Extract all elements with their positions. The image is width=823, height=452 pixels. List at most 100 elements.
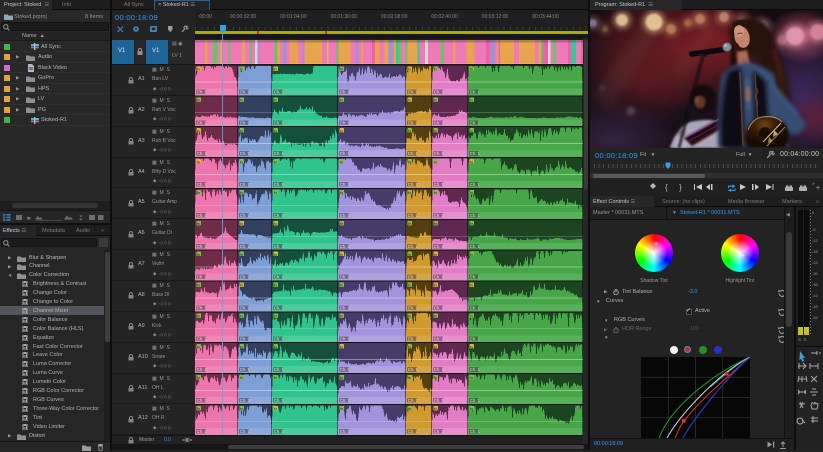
svg-text:Ch. 1: Ch. 1 (197, 213, 208, 218)
svg-text:fx: fx (240, 252, 243, 257)
svg-text:Ch. 1: Ch. 1 (408, 398, 419, 403)
svg-text:Ch. 1: Ch. 1 (340, 306, 351, 311)
svg-text:Ch. 1: Ch. 1 (274, 398, 285, 403)
svg-text:fx: fx (197, 190, 200, 195)
svg-text:Ch. 1: Ch. 1 (274, 336, 285, 341)
svg-text:fx: fx (197, 67, 200, 72)
svg-text:Ch. 1: Ch. 1 (408, 429, 419, 434)
svg-text:Ch. 1: Ch. 1 (240, 244, 251, 249)
svg-text:Ch. 1: Ch. 1 (470, 306, 481, 311)
svg-text:Ch. 1: Ch. 1 (434, 213, 445, 218)
svg-text:fx: fx (340, 406, 343, 411)
svg-text:fx: fx (274, 159, 277, 164)
svg-text:fx: fx (340, 375, 343, 380)
svg-text:Ch. 1: Ch. 1 (470, 336, 481, 341)
svg-text:Ch. 1: Ch. 1 (434, 182, 445, 187)
svg-text:Ch. 1: Ch. 1 (408, 182, 419, 187)
svg-text:fx: fx (434, 375, 437, 380)
svg-text:fx: fx (470, 375, 473, 380)
svg-text:Ch. 1: Ch. 1 (340, 275, 351, 280)
svg-text:Ch. 1: Ch. 1 (197, 367, 208, 372)
svg-text:fx: fx (470, 190, 473, 195)
svg-text:Ch. 1: Ch. 1 (470, 90, 481, 95)
svg-text:fx: fx (197, 283, 200, 288)
svg-text:Ch. 1: Ch. 1 (197, 244, 208, 249)
svg-text:fx: fx (340, 283, 343, 288)
svg-text:Ch. 1: Ch. 1 (240, 275, 251, 280)
svg-text:fx: fx (470, 221, 473, 226)
svg-text:fx: fx (340, 221, 343, 226)
svg-text:Ch. 1: Ch. 1 (470, 429, 481, 434)
svg-text:fx: fx (240, 67, 243, 72)
svg-text:Ch. 1: Ch. 1 (274, 213, 285, 218)
svg-text:Ch. 1: Ch. 1 (274, 182, 285, 187)
svg-text:Ch. 1: Ch. 1 (408, 244, 419, 249)
svg-text:fx: fx (470, 67, 473, 72)
svg-text:fx: fx (197, 221, 200, 226)
svg-text:Ch. 1: Ch. 1 (197, 398, 208, 403)
svg-text:fx: fx (434, 128, 437, 133)
svg-text:Ch. 1: Ch. 1 (340, 213, 351, 218)
svg-text:fx: fx (274, 344, 277, 349)
svg-text:Ch. 1: Ch. 1 (274, 306, 285, 311)
svg-text:fx: fx (197, 344, 200, 349)
svg-text:fx: fx (197, 128, 200, 133)
svg-text:fx: fx (434, 283, 437, 288)
svg-text:Ch. 1: Ch. 1 (197, 182, 208, 187)
svg-text:{: { (665, 183, 668, 192)
svg-text:fx: fx (408, 314, 411, 319)
svg-text:fx: fx (434, 98, 437, 103)
svg-text:fx: fx (240, 406, 243, 411)
svg-text:Ch. 1: Ch. 1 (340, 244, 351, 249)
svg-text:Ch. 1: Ch. 1 (240, 151, 251, 156)
svg-text:fx: fx (274, 252, 277, 257)
svg-text:fx: fx (470, 128, 473, 133)
svg-text:Ch. 1: Ch. 1 (240, 120, 251, 125)
svg-text:Ch. 1: Ch. 1 (408, 90, 419, 95)
svg-text:fx: fx (434, 406, 437, 411)
svg-text:fx: fx (197, 159, 200, 164)
svg-text:fx: fx (240, 283, 243, 288)
svg-text:fx: fx (340, 98, 343, 103)
svg-text:fx: fx (197, 314, 200, 319)
svg-text:fx: fx (340, 252, 343, 257)
svg-text:fx: fx (197, 375, 200, 380)
svg-text:Ch. 1: Ch. 1 (434, 275, 445, 280)
svg-text:Ch. 1: Ch. 1 (408, 336, 419, 341)
svg-text:Ch. 1: Ch. 1 (197, 120, 208, 125)
svg-text:fx: fx (408, 406, 411, 411)
svg-text:Ch. 1: Ch. 1 (240, 306, 251, 311)
svg-text:fx: fx (408, 344, 411, 349)
svg-text:fx: fx (470, 344, 473, 349)
svg-text:fx: fx (408, 98, 411, 103)
svg-text:Ch. 1: Ch. 1 (408, 306, 419, 311)
svg-text:fx: fx (470, 314, 473, 319)
svg-text:Ch. 1: Ch. 1 (434, 367, 445, 372)
svg-text:Ch. 1: Ch. 1 (197, 275, 208, 280)
svg-text:Ch. 1: Ch. 1 (197, 429, 208, 434)
svg-text:fx: fx (240, 314, 243, 319)
svg-text:fx: fx (470, 252, 473, 257)
svg-text:Ch. 1: Ch. 1 (274, 90, 285, 95)
svg-text:Ch. 1: Ch. 1 (408, 367, 419, 372)
svg-text:fx: fx (408, 67, 411, 72)
svg-text:Ch. 1: Ch. 1 (197, 306, 208, 311)
svg-text:Ch. 1: Ch. 1 (470, 244, 481, 249)
svg-text:Ch. 1: Ch. 1 (340, 336, 351, 341)
svg-text:Ch. 1: Ch. 1 (434, 429, 445, 434)
svg-text:Ch. 1: Ch. 1 (340, 182, 351, 187)
svg-text:Ch. 1: Ch. 1 (340, 429, 351, 434)
svg-text:Ch. 1: Ch. 1 (408, 213, 419, 218)
svg-text:fx: fx (240, 98, 243, 103)
svg-text:fx: fx (197, 252, 200, 257)
svg-text:fx: fx (240, 128, 243, 133)
svg-text:fx: fx (197, 406, 200, 411)
svg-text:fx: fx (408, 375, 411, 380)
svg-text:Ch. 1: Ch. 1 (408, 275, 419, 280)
svg-text:Ch. 1: Ch. 1 (240, 182, 251, 187)
svg-text:fx: fx (240, 190, 243, 195)
svg-text:fx: fx (470, 98, 473, 103)
svg-text:Ch. 1: Ch. 1 (274, 244, 285, 249)
svg-text:fx: fx (434, 67, 437, 72)
svg-text:fx: fx (274, 98, 277, 103)
